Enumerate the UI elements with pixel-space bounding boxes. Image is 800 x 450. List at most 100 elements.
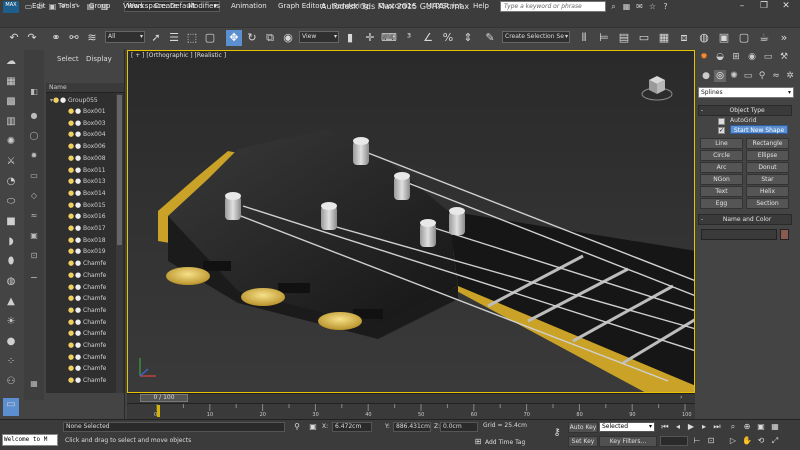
scene-explorer-icon[interactable]: ☁ [3,55,19,69]
edit-named-selection-icon[interactable]: ✎ [482,30,498,46]
time-slider-thumb[interactable]: 0 / 100 [140,394,188,402]
cameras-subtab-icon[interactable]: ▭ [742,70,754,82]
selection-filter-dropdown[interactable]: All ▾ [105,31,145,43]
graphite-ribbon-icon[interactable]: ▭ [636,30,652,46]
material-editor-icon[interactable]: ◍ [696,30,712,46]
key-mode-dropdown[interactable]: Selected ▾ [599,422,655,432]
light-bulb-icon[interactable]: ● [68,270,75,281]
lights-subtab-icon[interactable]: ✺ [728,70,740,82]
undo-icon[interactable]: ↶ [6,30,22,46]
visibility-icon[interactable]: ● [75,352,83,363]
menu-tools[interactable]: Tools [58,2,75,10]
menu-edit[interactable]: Edit [32,2,46,10]
display-spacewarps-icon[interactable]: ≈ [27,210,41,222]
ellipse-button[interactable]: Ellipse [746,150,789,161]
tab-display[interactable]: Display [86,55,112,63]
favorites-icon[interactable]: ☆ [648,2,657,11]
visibility-icon[interactable]: ● [75,165,83,176]
select-by-name-icon[interactable]: ☰ [166,30,182,46]
display-groups-icon[interactable]: ▣ [27,230,41,242]
goto-start-icon[interactable]: ⏮ [660,422,670,432]
key-mode-toggle-icon[interactable]: ⊢ [692,436,702,446]
menu-animation[interactable]: Animation [231,2,267,10]
rectangle-button[interactable]: Rectangle [746,138,789,149]
communication-icon[interactable]: ✉ [635,2,644,11]
helper-icon[interactable]: ⬭ [3,195,19,209]
reference-coordinate-dropdown[interactable]: View ▾ [299,31,339,43]
light-bulb-icon[interactable]: ● [68,188,75,199]
visibility-icon[interactable]: ● [75,363,83,374]
modify-tab-icon[interactable]: ◒ [714,51,726,63]
light-bulb-icon[interactable]: ● [68,200,75,211]
zoom-all-icon[interactable]: ⊕ [742,422,752,432]
x-coord-field[interactable]: 6.472cm [332,422,372,432]
maxscript-listener-input[interactable]: Welcome to M [2,434,58,446]
search-icon[interactable]: ⌕ [609,2,618,11]
display-cameras-icon[interactable]: ▭ [27,170,41,182]
maximize-viewport-icon[interactable]: ⤢ [770,436,780,446]
shapes-subtab-icon[interactable]: ◎ [714,70,726,82]
schematic-view-icon[interactable]: ⧈ [676,30,692,46]
keyboard-shortcut-override-icon[interactable]: ⌨ [381,30,397,46]
orbit-icon[interactable]: ⟲ [756,436,766,446]
light-bulb-icon[interactable]: ● [68,340,75,351]
render-setup-icon[interactable]: ▣ [716,30,732,46]
scene-group-row[interactable]: ▾●● Group055 [50,95,120,106]
layer-explorer-icon[interactable]: ▤ [616,30,632,46]
light-bulb-icon[interactable]: ● [68,375,75,386]
time-slider-track[interactable] [127,393,695,403]
autogrid-checkbox[interactable] [718,118,725,125]
lock-selection-icon[interactable]: ⚲ [292,422,302,432]
bone-icon[interactable]: ⚔ [3,155,19,169]
spacewarps-subtab-icon[interactable]: ≈ [770,70,782,82]
display-shapes-icon[interactable]: ◯ [27,130,41,142]
visibility-icon[interactable]: ● [75,317,83,328]
y-coord-field[interactable]: 886.431cm [393,422,431,432]
time-config-icon[interactable]: ⊡ [706,436,716,446]
visibility-icon[interactable]: ● [75,293,83,304]
name-column-header[interactable]: Name [46,83,124,93]
light-bulb-icon[interactable]: ● [68,141,75,152]
select-rotate-icon[interactable]: ↻ [244,30,260,46]
light-bulb-icon[interactable]: ● [68,165,75,176]
visibility-icon[interactable]: ● [75,129,83,140]
display-bones-icon[interactable]: ⚊ [27,270,41,282]
menu-maxscript[interactable]: MAXScript [426,2,462,10]
start-new-shape-checkbox[interactable]: ✓ [718,127,725,134]
arc-button[interactable]: Arc [700,162,743,173]
select-manipulate-icon[interactable]: ✛ [362,30,378,46]
visibility-icon[interactable]: ● [75,223,83,234]
menu-create[interactable]: Create [154,2,177,10]
utilities-tab-icon[interactable]: ⚒ [778,51,790,63]
ngon-button[interactable]: NGon [700,174,743,185]
select-object-icon[interactable]: ➚ [148,30,164,46]
save-file-icon[interactable]: ▣ [48,2,57,11]
help-icon[interactable]: ? [661,2,670,11]
hierarchy-icon[interactable]: ▥ [3,115,19,129]
light-bulb-icon[interactable]: ● [68,235,75,246]
menu-rendering[interactable]: Rendering [333,2,369,10]
search-input[interactable]: Type a keyword or phrase [500,1,606,12]
menu-modifiers[interactable]: Modifiers [188,2,220,10]
create-tab-icon[interactable]: ✹ [698,51,710,63]
hierarchy-tab-icon[interactable]: ⊞ [730,51,742,63]
add-time-tag-button[interactable]: Add Time Tag [485,439,525,446]
align-icon[interactable]: ⊨ [596,30,612,46]
menu-graph-editors[interactable]: Graph Editors [278,2,326,10]
play-icon[interactable]: ▶ [686,422,696,432]
next-frame-icon[interactable]: ▸ [699,422,709,432]
snaps-toggle-icon[interactable]: ³ [401,30,417,46]
display-tab-icon[interactable]: ▭ [762,51,774,63]
zoom-extents-all-icon[interactable]: ▦ [770,422,780,432]
display-all-icon[interactable]: ▩ [3,95,19,109]
geometry-subtab-icon[interactable]: ● [700,70,712,82]
link-icon[interactable]: ⚭ [48,30,64,46]
tab-select[interactable]: Select [57,55,79,63]
object-name-field[interactable] [701,229,777,240]
viewcube-icon[interactable] [640,70,674,104]
viewport-label[interactable]: [ + ] [Orthographic ] [Realistic ] [131,52,226,59]
visibility-icon[interactable]: ● [75,270,83,281]
visibility-icon[interactable]: ● [75,118,83,129]
visibility-icon[interactable]: ● [75,246,83,257]
helpers-subtab-icon[interactable]: ⚲ [756,70,768,82]
